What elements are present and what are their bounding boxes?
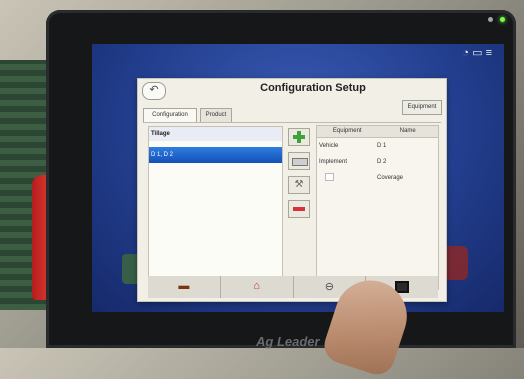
- barn-icon: ⌂: [253, 280, 260, 292]
- back-button[interactable]: ↶: [142, 82, 166, 100]
- row-value: Coverage: [377, 175, 404, 181]
- row-label: Implement: [319, 159, 348, 165]
- wrench-icon[interactable]: ⚒: [288, 176, 310, 194]
- column-header-name: Name: [399, 128, 416, 134]
- list-group-header: Tillage: [149, 127, 282, 141]
- edit-icon[interactable]: [288, 152, 310, 170]
- taskbar-tractor-button[interactable]: ▬: [148, 276, 221, 298]
- row-value: D 2: [377, 159, 387, 165]
- coverage-checkbox-cell: [317, 170, 377, 186]
- details-header: Equipment Name: [317, 126, 438, 138]
- status-led-green: [500, 17, 505, 22]
- tractor-icon: ▬: [178, 280, 190, 292]
- column-header-equipment: Equipment: [332, 128, 362, 134]
- configuration-list: Tillage D 1, D 2: [148, 126, 283, 290]
- dialog-title: Configuration Setup: [260, 82, 366, 94]
- details-row-vehicle: Vehicle D 1: [317, 138, 438, 154]
- details-row-coverage: Coverage: [317, 170, 438, 186]
- plus-icon[interactable]: [288, 128, 310, 146]
- taskbar-barn-button[interactable]: ⌂: [221, 276, 294, 298]
- guidance-icon: ⊖: [324, 281, 334, 293]
- tab-configuration[interactable]: Configuration: [143, 108, 197, 122]
- status-bar-icons: ◔ ▭ ≡: [462, 47, 492, 59]
- configuration-setup-dialog: ↶ Configuration Setup Equipment Configur…: [137, 78, 447, 302]
- details-row-implement: Implement D 2: [317, 154, 438, 170]
- brand-logo: Ag Leader: [256, 334, 320, 349]
- row-value: D 1: [377, 143, 387, 149]
- minus-icon[interactable]: [288, 200, 310, 218]
- list-item-selected[interactable]: D 1, D 2: [149, 147, 282, 163]
- equipment-details-panel: Equipment Name Vehicle D 1 Implement D 2…: [316, 125, 439, 290]
- status-led-grey: [488, 17, 493, 22]
- tab-divider: [143, 122, 441, 123]
- tab-product[interactable]: Product: [200, 108, 232, 122]
- equipment-button[interactable]: Equipment: [402, 100, 442, 115]
- coverage-checkbox[interactable]: [325, 173, 334, 182]
- row-label: Vehicle: [319, 143, 339, 149]
